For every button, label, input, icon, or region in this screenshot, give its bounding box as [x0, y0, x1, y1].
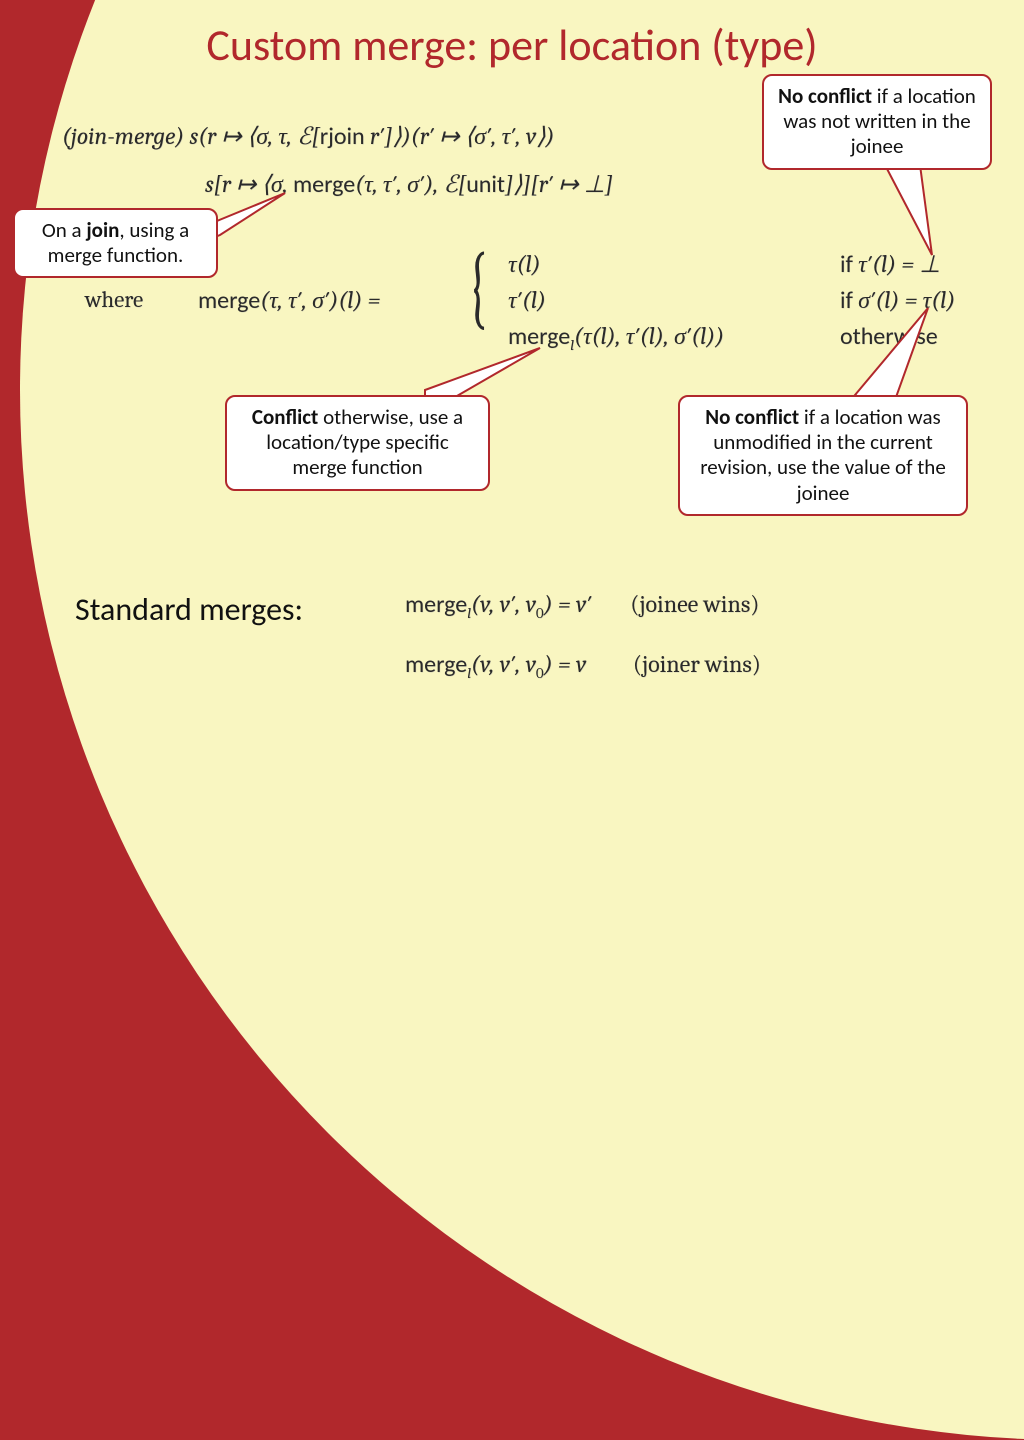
formula-part: (v, v′, v: [471, 590, 536, 618]
callout-pointer-icon: [840, 305, 940, 405]
rule-name: (join-merge): [62, 122, 184, 150]
formula-part: (τ, τ′, σ′)(l) =: [260, 286, 380, 314]
standard-merge-1: mergel(v, v′, v0) = v′ (joinee wins): [405, 590, 759, 622]
subscript: 0: [536, 604, 544, 622]
case-2: τ′(l): [508, 286, 546, 315]
formula-part: r′]⟩)(r′ ↦ ⟨σ′, τ′, v⟩): [365, 122, 555, 150]
formula-keyword: merge: [405, 650, 467, 679]
callout-bold: join: [86, 217, 119, 243]
callout-text: On a: [42, 217, 87, 243]
brace-icon: {: [468, 234, 488, 340]
formula-part: (τ, τ′, σ′), ℰ[: [355, 170, 466, 198]
formula-keyword: merge: [198, 286, 260, 315]
callout-no-conflict-joinee: No conflict if a location was not writte…: [762, 74, 992, 170]
standard-merge-2: mergel(v, v′, v0) = v (joiner wins): [405, 650, 761, 682]
formula-part: s(r ↦ ⟨σ, τ, ℰ[: [184, 122, 320, 150]
formula-join-merge-1: (join-merge) s(r ↦ ⟨σ, τ, ℰ[rjoin r′]⟩)(…: [62, 122, 554, 151]
formula-part: ) = v′: [544, 590, 592, 618]
formula-note: (joinee wins): [630, 590, 759, 618]
subscript: 0: [536, 664, 544, 682]
where-label: where: [85, 286, 143, 313]
callout-bold: No conflict: [705, 404, 799, 430]
callout-pointer-icon: [850, 160, 940, 260]
callout-bold: No conflict: [778, 83, 872, 109]
formula-part: ]⟩][r′ ↦ ⊥]: [505, 170, 613, 198]
callout-conflict: Conflict otherwise, use a location/type …: [225, 395, 490, 491]
formula-part: (v, v′, v: [471, 650, 536, 678]
callout-join: On a join, using a merge function.: [13, 208, 218, 278]
merge-definition-head: merge(τ, τ′, σ′)(l) =: [198, 286, 380, 315]
formula-keyword: unit: [466, 170, 505, 199]
page-title: Custom merge: per location (type): [0, 18, 1024, 72]
formula-part: ) = v: [544, 650, 587, 678]
formula-part: (τ(l), τ′(l), σ′(l)): [574, 322, 724, 350]
callout-no-conflict-current: No conflict if a location was unmodified…: [678, 395, 968, 516]
callout-bold: Conflict: [252, 404, 318, 430]
formula-keyword: rjoin: [320, 122, 365, 151]
formula-note: (joiner wins): [633, 650, 761, 678]
subheading-standard-merges: Standard merges:: [75, 590, 303, 629]
case-1: τ(l): [508, 250, 541, 279]
slide-content: Custom merge: per location (type) (join-…: [0, 0, 1024, 768]
formula-keyword: merge: [405, 590, 467, 619]
